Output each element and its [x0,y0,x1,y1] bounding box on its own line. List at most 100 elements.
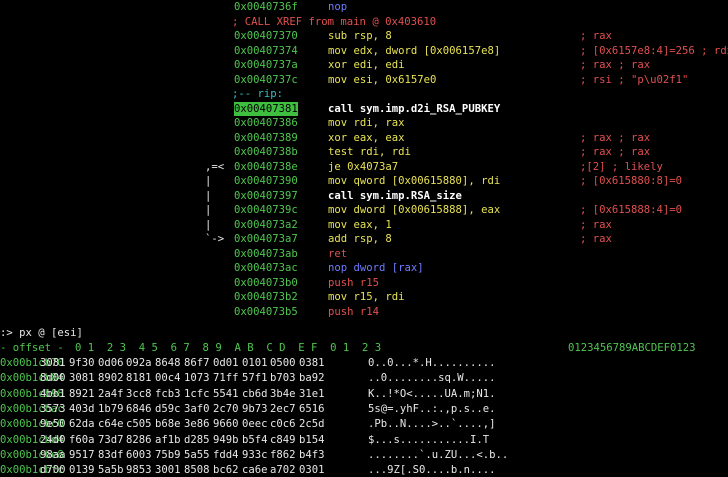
hex-byte-group: c64e [98,418,124,431]
disasm-line[interactable]: 0x0040737a xor edi, edi ; rax ; rax [0,58,728,72]
hex-byte-group: 3081 [40,357,66,369]
hex-byte-group: af1b [155,433,181,446]
flow-arrow: `-> [205,233,225,245]
disasm-line[interactable]: | 0x00407390 mov qword [0x00615880], rdi ; … [0,174,728,188]
instruction-comment: ; [0x615880:8]=0 [580,175,683,187]
instruction-address: 0x00407390 [234,175,298,187]
hex-byte-group: 31e1 [299,387,325,400]
disasm-line[interactable]: 0x004073b5 push r14 [0,305,728,319]
hex-byte-group: 83df [98,448,124,461]
instruction-text: call sym.imp.d2i_RSA_PUBKEY [328,102,501,115]
hexdump-row[interactable]: 0x00b1cb98 4bb1 8921 2a4f 3cc8 fcb3 1cfc 5541 cb… [0,387,728,401]
hexdump-row[interactable]: 0x00b1cb70 3081 9f30 0d06 092a 8648 86f7 0d01 01… [0,356,728,370]
disasm-line[interactable]: 0x004073b2 mov r15, rdi [0,290,728,304]
instruction-text: nop dword [rax] [328,262,424,274]
disasm-line[interactable]: ;-- rip: [0,87,728,101]
hex-byte-group: 57f1 [242,372,268,385]
hex-byte-group: 8921 [69,387,95,400]
disasm-line[interactable]: 0x004073ac nop dword [rax] [0,261,728,275]
hexdump-row[interactable]: 0x00b1cbe8 98aa 9517 83df 6003 75b9 5a55 fdd4 93… [0,448,728,462]
hex-byte-group: 5a5b [98,464,124,477]
instruction-text: sub rsp, 8 [328,30,392,42]
hex-byte-group: c0c6 [270,418,296,431]
disasm-line[interactable]: 0x00407370 sub rsp, 8 ; rax [0,29,728,43]
disasm-line[interactable]: | 0x0040739c mov dword [0x00615888], eax ; … [0,203,728,217]
disasm-line[interactable]: ; CALL XREF from main @ 0x403610 [0,15,728,29]
hex-byte-group: d285 [184,433,210,446]
flow-arrow: | [205,218,212,231]
hex-byte-group: 1073 [184,372,210,385]
disasm-line[interactable]: 0x00407374 mov edx, dword [0x006157e8] ; [… [0,44,728,58]
instruction-text: mov rdi, rax [328,117,405,129]
instruction-text: mov qword [0x00615880], rdi [328,175,501,187]
hex-byte-group: f60a [69,433,95,446]
hex-byte-group: 1cfc [184,387,210,400]
hexdump-row[interactable]: 0x00b1cbac 3573 403d 1b79 6846 d59c 3af0 2c70 9b… [0,402,728,416]
hexdump-row[interactable]: 0x00b1cbc0 9e50 62da c64e c505 b68e 3e86 9660 0e… [0,417,728,431]
hex-byte-group: b703 [270,372,296,385]
hex-byte-group: 6003 [126,448,152,461]
instruction-address: 0x00407374 [234,44,298,57]
hex-byte-group: 3081 [69,372,95,385]
instruction-address: 0x0040736f [234,1,298,13]
hex-byte-group: ba92 [299,372,325,385]
hex-byte-group: 3573 [40,402,66,415]
instruction-text: mov eax, 1 [328,218,392,231]
instruction-text: push r15 [328,276,380,289]
instruction-text: call sym.imp.RSA_size [328,189,462,202]
disasm-line[interactable]: 0x00407389 xor eax, eax ; rax ; rax [0,131,728,145]
instruction-comment: ; rax [580,233,612,245]
hexdump-row[interactable]: 0x00b1cbfc d700 0139 5a5b 9853 3001 8508 bc62 ca… [0,463,728,477]
rip-label: ;-- rip: [232,88,284,100]
disasm-line[interactable]: ,=< 0x0040738e je 0x4073a7 ;[2] ; likely [0,160,728,174]
hexdump-row[interactable]: 0x00b1cbd4 24d0 f60a 73d7 8286 af1b d285 949b b5… [0,433,728,447]
disasm-line[interactable]: 0x0040737c mov esi, 0x6157e0 ; rsi ; "p\u0… [0,73,728,87]
instruction-text: mov edx, dword [0x006157e8] [328,44,501,57]
hex-byte-group: 9517 [69,448,95,461]
hex-byte-group: 8648 [155,357,181,369]
disasm-line[interactable]: | 0x00407397 call sym.imp.RSA_size [0,189,728,203]
flow-arrow: | [205,175,212,187]
hex-byte-group: 949b [213,433,239,446]
disasm-line[interactable]: `-> 0x004073a7 add rsp, 8 ; rax [0,232,728,246]
instruction-address: 0x00407389 [234,131,298,144]
hex-byte-group: ca6e [242,464,268,477]
disasm-line[interactable]: 0x0040736f nop [0,0,728,14]
instruction-comment: ; rax ; rax [580,131,651,144]
hex-byte-group: 8181 [126,372,152,385]
xref-comment: ; CALL XREF from main @ 0x403610 [232,15,437,28]
instruction-comment: ; [0x6157e8:4]=256 ; rdx [580,44,728,57]
instruction-text: je 0x4073a7 [328,160,399,173]
hex-byte-group: 8d00 [40,372,66,385]
instruction-text: test rdi, rdi [328,146,411,158]
hex-byte-group: 933c [242,448,268,461]
hex-byte-group: 403d [69,402,95,415]
hex-header: - offset - 0 1 2 3 4 5 6 7 8 9 A B C D E… [0,341,728,355]
flow-arrow: | [205,189,212,202]
disasm-line[interactable]: 0x004073ab ret [0,247,728,261]
instruction-text: add rsp, 8 [328,233,392,245]
hex-byte-group: 2a4f [98,387,124,400]
hex-byte-group: b154 [299,433,325,446]
disasm-line[interactable]: 0x00407381 call sym.imp.d2i_RSA_PUBKEY [0,101,728,116]
hex-byte-group: 092a [126,357,152,369]
hex-byte-group: 0500 [270,357,296,369]
disasm-line[interactable]: 0x00407386 mov rdi, rax [0,116,728,130]
hex-byte-group: 3b4e [270,387,296,400]
hex-byte-group: 9853 [126,464,152,477]
disasm-line[interactable]: | 0x004073a2 mov eax, 1 ; rax [0,218,728,232]
instruction-address: 0x004073ac [234,262,298,274]
disasm-line[interactable]: 0x004073b0 push r15 [0,276,728,290]
hexdump-row[interactable]: 0x00b1cb84 8d00 3081 8902 8181 00c4 1073 71ff 57… [0,371,728,385]
prompt-text: :> px @ [esi] [0,327,83,339]
flow-arrow: | [205,204,212,216]
hex-byte-group: 3af0 [184,402,210,415]
command-prompt[interactable]: :> px @ [esi] [0,326,728,340]
disasm-line[interactable]: 0x0040738b test rdi, rdi ; rax ; rax [0,145,728,159]
hexdump-ascii: 5s@=.yhF..:.,p.s..e. [368,402,496,415]
hex-byte-group: fcb3 [155,387,181,400]
instruction-text: ret [328,247,348,260]
hexdump-ascii: .Pb..N....>..`....,] [368,418,496,431]
hex-header-cols: 0 1 2 3 4 5 6 7 8 9 A B C D E F 0 1 2 3 [75,342,382,354]
hex-byte-group: 0301 [299,464,325,477]
